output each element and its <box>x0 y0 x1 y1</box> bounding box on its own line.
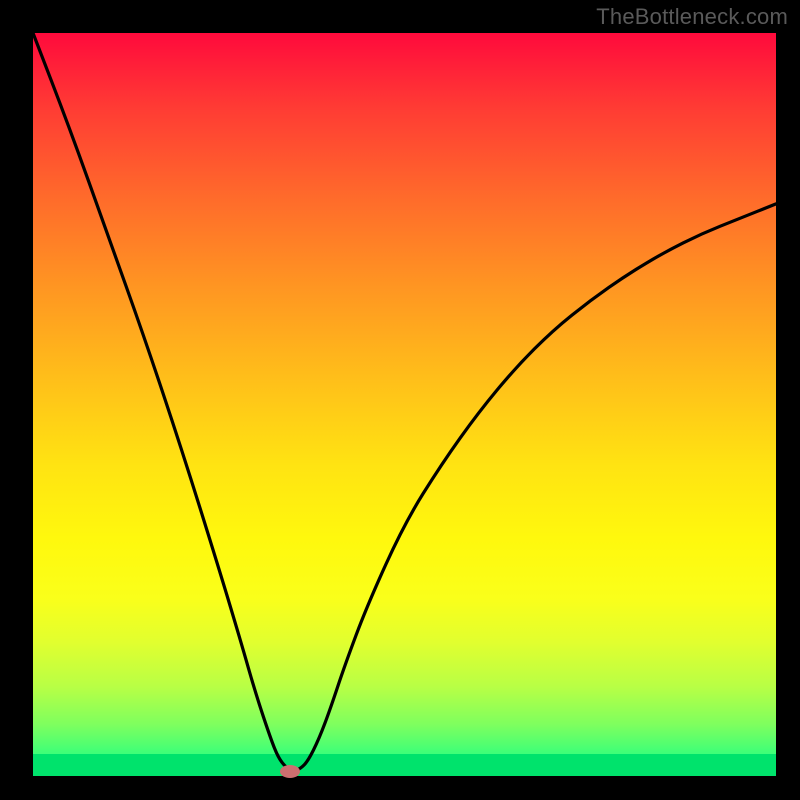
bottleneck-curve <box>33 33 776 771</box>
watermark-text: TheBottleneck.com <box>596 4 788 30</box>
optimal-point-marker <box>280 765 300 778</box>
curve-layer <box>33 33 776 776</box>
green-baseline-band <box>33 754 776 776</box>
plot-area <box>33 33 776 776</box>
chart-stage: TheBottleneck.com <box>0 0 800 800</box>
